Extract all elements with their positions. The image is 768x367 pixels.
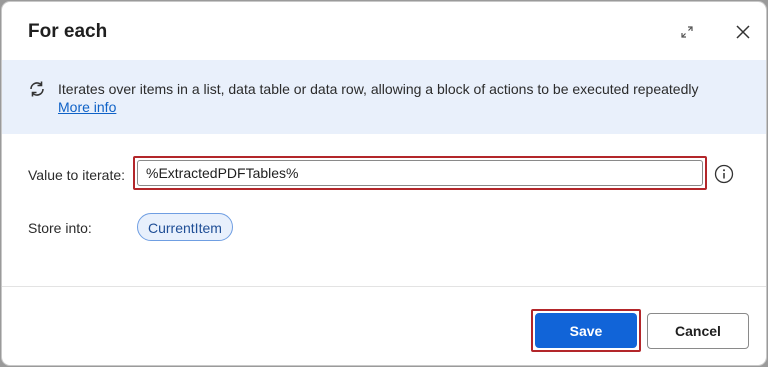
value-to-iterate-input[interactable] xyxy=(137,160,703,186)
for-each-dialog: For each Iterates over items in a list, … xyxy=(2,2,766,365)
store-into-label: Store into: xyxy=(28,220,92,236)
save-button-highlight: Save xyxy=(531,309,641,352)
expand-icon xyxy=(681,26,693,38)
loop-icon xyxy=(30,81,44,97)
save-button[interactable]: Save xyxy=(535,313,637,348)
store-into-variable-chip[interactable]: CurrentItem xyxy=(137,213,233,241)
close-button[interactable] xyxy=(731,20,755,44)
dialog-title: For each xyxy=(28,21,108,42)
footer-divider xyxy=(2,286,766,287)
expand-button[interactable] xyxy=(675,20,699,44)
info-banner: Iterates over items in a list, data tabl… xyxy=(2,60,766,134)
more-info-link[interactable]: More info xyxy=(58,99,116,115)
value-to-iterate-label: Value to iterate: xyxy=(28,167,126,183)
cancel-button[interactable]: Cancel xyxy=(647,313,749,349)
close-icon xyxy=(736,25,750,39)
info-icon[interactable] xyxy=(714,164,734,184)
value-input-highlight xyxy=(133,156,707,190)
banner-description: Iterates over items in a list, data tabl… xyxy=(58,81,699,97)
